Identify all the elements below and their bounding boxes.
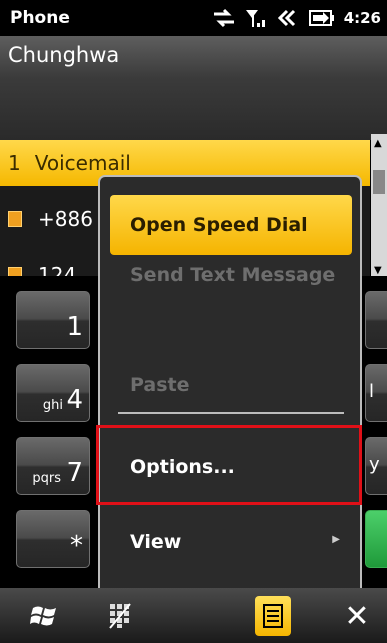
key-digit: 1 bbox=[66, 312, 83, 342]
menu-icon bbox=[263, 604, 283, 628]
talk-button-partial[interactable] bbox=[365, 510, 387, 568]
list-item-label: +886 bbox=[38, 207, 93, 231]
menu-divider bbox=[118, 412, 344, 414]
start-button[interactable] bbox=[22, 594, 68, 638]
menu-item-label: Paste bbox=[130, 374, 190, 396]
key-3-partial[interactable] bbox=[365, 291, 387, 349]
key-6-partial[interactable]: l bbox=[365, 364, 387, 422]
scroll-up-icon[interactable]: ▲ bbox=[374, 138, 382, 149]
submenu-arrow-icon: ▶ bbox=[332, 534, 340, 545]
context-menu: Open Speed Dial Send Text Message Paste … bbox=[98, 175, 362, 608]
keypad-toggle-icon bbox=[109, 603, 131, 629]
scroll-down-icon[interactable]: ▼ bbox=[374, 265, 382, 276]
key-1[interactable]: 1 bbox=[16, 291, 90, 349]
menu-item-label: Send Text Message bbox=[130, 264, 336, 286]
keypad-toggle-button[interactable] bbox=[100, 594, 140, 638]
status-bar: Phone 4:26 bbox=[0, 0, 387, 36]
header-area: Chunghwa bbox=[0, 36, 387, 140]
close-button[interactable]: ✕ bbox=[335, 594, 379, 638]
speed-dial-number: 1 bbox=[8, 151, 21, 175]
battery-charging-icon bbox=[308, 10, 334, 26]
key-letters: pqrs bbox=[32, 471, 61, 486]
contact-card-icon bbox=[8, 267, 22, 276]
carrier-name: Chunghwa bbox=[8, 43, 120, 67]
key-digit: 4 bbox=[66, 385, 83, 415]
menu-button[interactable] bbox=[253, 594, 293, 638]
key-edge-glyph: y bbox=[369, 454, 380, 475]
highlight-box-annotation bbox=[96, 425, 362, 505]
key-digit: * bbox=[70, 531, 83, 561]
data-sync-icon bbox=[213, 8, 234, 28]
menu-item-label: View bbox=[130, 531, 182, 553]
menu-item-paste[interactable]: Paste bbox=[110, 355, 352, 415]
status-icons: 4:26 bbox=[212, 6, 381, 30]
bottom-toolbar: ✕ bbox=[0, 588, 387, 643]
list-item-label: 124 bbox=[38, 263, 77, 276]
speaker-volume-icon bbox=[277, 9, 295, 27]
close-icon: ✕ bbox=[344, 598, 370, 634]
app-title: Phone bbox=[10, 8, 70, 28]
clock-time: 4:26 bbox=[343, 9, 381, 27]
key-4[interactable]: ghi 4 bbox=[16, 364, 90, 422]
key-9-partial[interactable]: y bbox=[365, 437, 387, 495]
windows-start-icon bbox=[30, 606, 56, 626]
menu-item-send-text-message[interactable]: Send Text Message bbox=[110, 245, 352, 305]
scroll-thumb[interactable] bbox=[373, 170, 385, 194]
menu-item-view[interactable]: View ▶ bbox=[110, 512, 352, 572]
key-digit: 7 bbox=[66, 458, 83, 488]
contact-card-icon bbox=[8, 211, 22, 227]
key-edge-glyph: l bbox=[369, 381, 375, 402]
list-item-label: Voicemail bbox=[34, 151, 131, 175]
list-scrollbar[interactable]: ▲ ▼ bbox=[371, 134, 387, 278]
key-letters: ghi bbox=[42, 398, 63, 413]
signal-strength-icon bbox=[245, 10, 265, 27]
menu-button-highlight bbox=[255, 596, 291, 636]
key-7[interactable]: pqrs 7 bbox=[16, 437, 90, 495]
menu-item-label: Open Speed Dial bbox=[130, 214, 308, 236]
key-star[interactable]: * bbox=[16, 510, 90, 568]
